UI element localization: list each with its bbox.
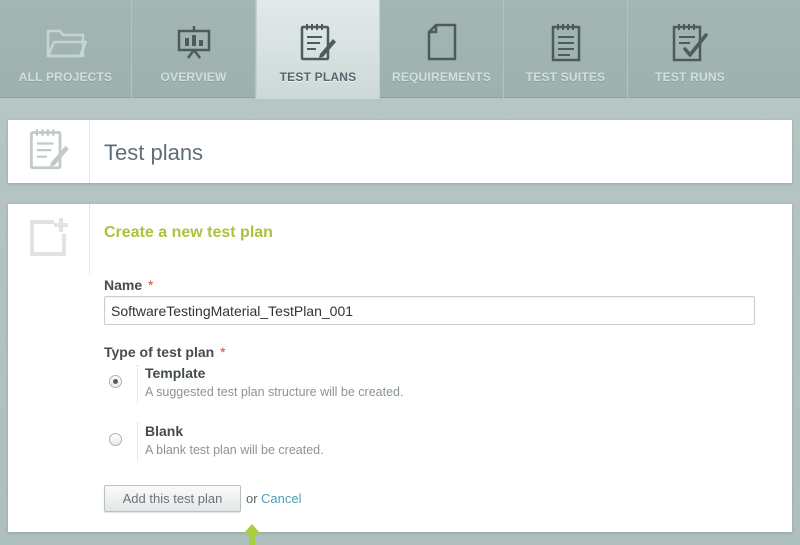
tab-label: TEST PLANS (279, 70, 357, 84)
tab-test-suites[interactable]: TEST SUITES (504, 0, 628, 98)
notepad-icon (544, 22, 588, 62)
name-input[interactable] (104, 296, 755, 325)
option-template[interactable]: Template A suggested test plan structure… (104, 365, 744, 409)
tab-label: REQUIREMENTS (391, 70, 492, 84)
tab-all-projects[interactable]: ALL PROJECTS (0, 0, 132, 98)
presentation-board-icon (172, 22, 216, 62)
tab-requirements[interactable]: REQUIREMENTS (380, 0, 504, 98)
option-blank[interactable]: Blank A blank test plan will be created. (104, 423, 744, 467)
tab-label: TEST RUNS (655, 70, 725, 84)
add-new-icon (28, 216, 70, 263)
option-title: Blank (145, 423, 184, 439)
option-description: A blank test plan will be created. (145, 443, 324, 457)
main-nav: ALL PROJECTS OVERVIEW TEST PLANS REQUIRE… (0, 0, 800, 99)
type-label: Type of test plan * (104, 344, 226, 360)
tab-label: ALL PROJECTS (18, 70, 113, 84)
form-title: Create a new test plan (104, 224, 273, 241)
tab-test-plans[interactable]: TEST PLANS (256, 0, 380, 99)
tab-test-runs[interactable]: TEST RUNS (628, 0, 752, 98)
document-icon (420, 22, 464, 62)
divider (137, 423, 138, 461)
add-test-plan-button[interactable]: Add this test plan (104, 485, 241, 512)
cursor-arrow-icon (244, 524, 260, 545)
tab-label: OVERVIEW (160, 70, 227, 84)
folder-icon (44, 22, 88, 62)
header-icon-col (8, 120, 90, 183)
blank-radio[interactable] (109, 433, 122, 446)
or-text: or (246, 491, 258, 506)
cancel-link[interactable]: Cancel (261, 491, 301, 506)
option-title: Template (145, 365, 206, 381)
checklist-icon (668, 22, 712, 62)
tab-label: TEST SUITES (525, 70, 606, 84)
option-description: A suggested test plan structure will be … (145, 385, 404, 399)
divider (137, 365, 138, 403)
required-mark: * (148, 277, 154, 293)
create-test-plan-form: Create a new test plan Name * Type of te… (8, 204, 792, 532)
page-title: Test plans (104, 140, 204, 165)
test-plan-pencil-icon (296, 22, 340, 62)
template-radio[interactable] (109, 375, 122, 388)
page-header: Test plans (8, 120, 792, 183)
form-icon-col (8, 204, 90, 274)
required-mark: * (220, 344, 226, 360)
name-label: Name * (104, 277, 154, 293)
tab-overview[interactable]: OVERVIEW (132, 0, 256, 98)
test-plan-pencil-icon (27, 127, 71, 176)
